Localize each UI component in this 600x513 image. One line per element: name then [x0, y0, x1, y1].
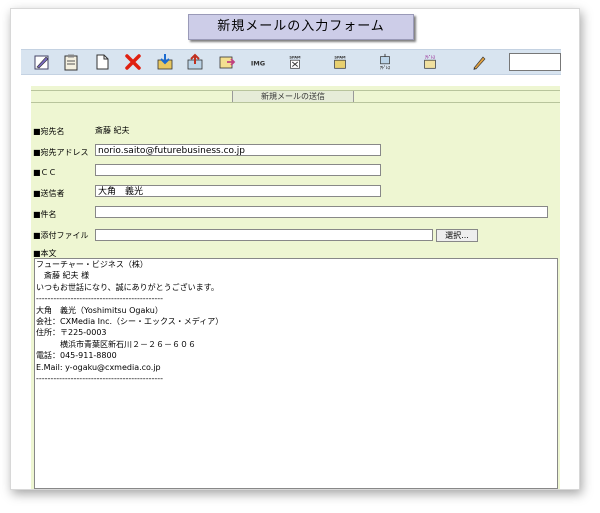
pencil-icon[interactable] — [470, 53, 488, 71]
img-icon[interactable]: IMG — [249, 53, 271, 71]
address-book-icon[interactable]: ｱﾄﾞﾚｽ — [421, 53, 441, 71]
delete-icon[interactable] — [124, 53, 142, 71]
export-icon[interactable] — [186, 53, 204, 71]
body-line: 住所：〒225-0003 — [36, 328, 107, 338]
toolbar-search-input[interactable] — [509, 53, 561, 71]
body-line: ----------------------------------------… — [36, 374, 164, 384]
body-line: 電話：045-911-8800 — [36, 351, 117, 361]
img-icon-text: IMG — [251, 59, 265, 67]
spam-delete-icon[interactable]: SPAM — [286, 53, 306, 71]
address-book-icon-text: ｱﾄﾞﾚｽ — [425, 53, 435, 59]
message-body-textarea[interactable]: フューチャー・ビジネス（株） 斎藤 紀夫 様 いつもお世話になり、誠にありがとう… — [34, 258, 558, 489]
body-line: フューチャー・ビジネス（株） — [36, 260, 148, 269]
body-line: いつもお世話になり、誠にありがとうございます。 — [36, 282, 219, 292]
body-line: 会社：CXMedia Inc.（シー・エックス・メディア） — [36, 317, 224, 327]
forward-icon[interactable] — [218, 53, 236, 71]
clipboard-icon[interactable] — [62, 53, 80, 71]
attachment-label: ■添付ファイル — [33, 231, 89, 240]
toolbar: IMG SPAM SPAM ｱﾄﾞﾚｽ ｱﾄﾞﾚｽ — [21, 49, 561, 75]
body-line: ----------------------------------------… — [36, 294, 164, 304]
sender-field[interactable]: 大角 義光 — [95, 185, 381, 197]
subject-field[interactable] — [95, 206, 548, 218]
mail-compose-window: 新規メールの入力フォーム IMG SPAM SPAM ｱﾄﾞﾚｽ ｱﾄﾞﾚｽ 新… — [10, 8, 580, 490]
cc-label: ■ＣＣ — [33, 168, 57, 177]
address-icon[interactable]: ｱﾄﾞﾚｽ — [376, 53, 396, 71]
section-title: 新規メールの送信 — [232, 91, 354, 102]
spam-icon[interactable]: SPAM — [331, 53, 351, 71]
body-line: E.Mail: y-ogaku@cxmedia.co.jp — [36, 362, 161, 372]
body-line: 横浜市青葉区新石川２－２６－６０６ — [36, 339, 196, 349]
recipient-name-label: ■宛先名 — [33, 127, 65, 136]
attachment-field[interactable] — [95, 229, 433, 241]
compose-icon[interactable] — [33, 53, 51, 71]
address-icon-text: ｱﾄﾞﾚｽ — [380, 64, 390, 70]
browse-button[interactable]: 選択... — [436, 229, 478, 242]
recipient-name-value: 斎藤 紀夫 — [95, 126, 130, 135]
sender-label: ■送信者 — [33, 189, 65, 198]
section-header: 新規メールの送信 — [31, 90, 560, 103]
new-document-icon[interactable] — [93, 53, 111, 71]
import-icon[interactable] — [156, 53, 174, 71]
body-line: 大角 義光（Yoshimitsu Ogaku） — [36, 305, 163, 315]
cc-field[interactable] — [95, 164, 381, 176]
spam-delete-icon-text: SPAM — [289, 55, 301, 59]
spam-icon-text: SPAM — [334, 55, 346, 59]
subject-label: ■件名 — [33, 210, 57, 219]
window-title: 新規メールの入力フォーム — [188, 14, 414, 40]
body-line: 斎藤 紀夫 様 — [36, 271, 90, 281]
recipient-address-label: ■宛先アドレス — [33, 148, 89, 157]
recipient-address-field[interactable]: norio.saito@futurebusiness.co.jp — [95, 144, 381, 156]
compose-form: 新規メールの送信 ■宛先名 斎藤 紀夫 ■宛先アドレス norio.saito@… — [31, 86, 560, 489]
